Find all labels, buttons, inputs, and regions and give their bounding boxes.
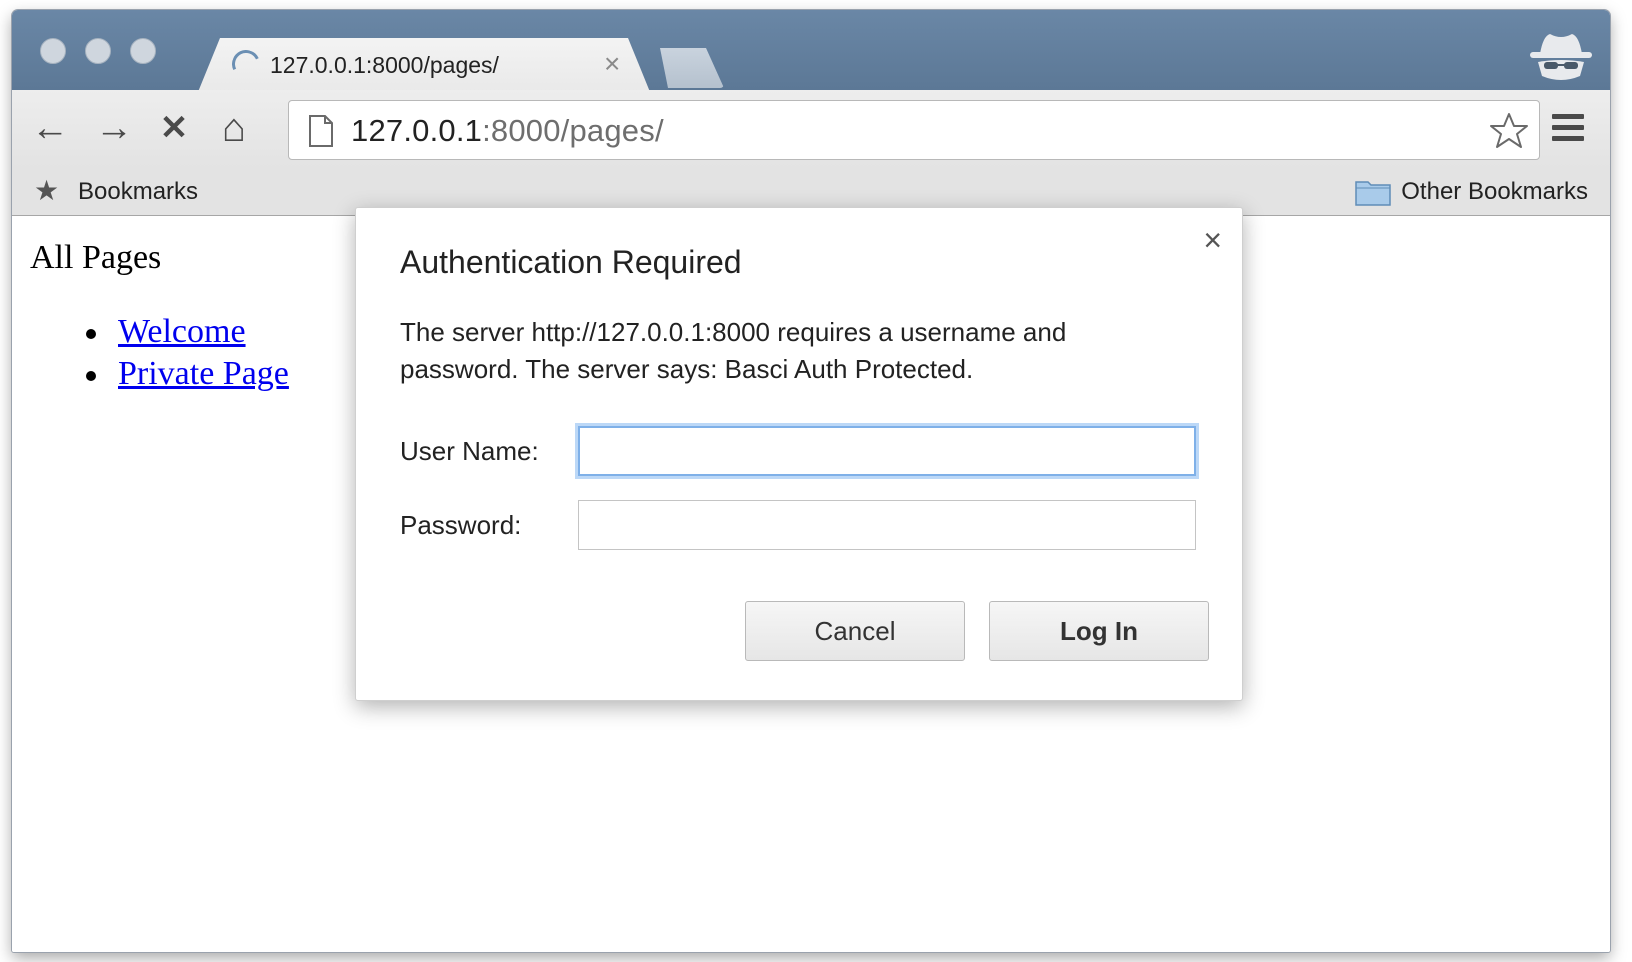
- password-field-wrapper: [578, 500, 1196, 550]
- cancel-button[interactable]: Cancel: [745, 601, 965, 661]
- tab-title: 127.0.0.1:8000/pages/: [270, 52, 499, 78]
- bookmarks-label[interactable]: Bookmarks: [78, 178, 198, 206]
- pages-list: Welcome Private Page: [84, 313, 289, 397]
- back-arrow-icon[interactable]: ←: [28, 108, 72, 148]
- tab-active[interactable]: 127.0.0.1:8000/pages/ ×: [198, 38, 650, 92]
- incognito-icon: [1530, 34, 1592, 80]
- page-document-icon: [309, 115, 333, 147]
- username-label: User Name:: [400, 436, 539, 466]
- password-field[interactable]: [579, 501, 1195, 549]
- maximize-dot-icon[interactable]: [130, 38, 156, 64]
- stop-icon[interactable]: ✕: [152, 108, 196, 148]
- dialog-message: The server http://127.0.0.1:8000 require…: [400, 317, 1067, 384]
- url-path: :8000/pages/: [482, 113, 664, 148]
- password-label: Password:: [400, 510, 522, 540]
- address-bar[interactable]: 127.0.0.1:8000/pages/: [288, 100, 1540, 160]
- page-title: All Pages: [30, 239, 162, 276]
- username-field-wrapper: [578, 426, 1196, 476]
- hamburger-menu-icon[interactable]: [1552, 114, 1584, 144]
- tab-close-icon[interactable]: ×: [604, 50, 620, 78]
- url-host: 127.0.0.1: [351, 113, 483, 148]
- auth-dialog: × Authentication Required The server htt…: [355, 207, 1243, 701]
- other-bookmarks-button[interactable]: Other Bookmarks: [1355, 176, 1588, 208]
- list-item: Welcome: [84, 313, 289, 355]
- toolbar: ← → ✕ ⌂ 127.0.0.1:8000/pages/: [12, 90, 1610, 168]
- log-in-button[interactable]: Log In: [989, 601, 1209, 661]
- dialog-close-icon[interactable]: ×: [1203, 224, 1222, 256]
- title-bar: 127.0.0.1:8000/pages/ ×: [12, 10, 1610, 90]
- bookmark-star-icon[interactable]: [1489, 111, 1529, 151]
- folder-icon: [1355, 181, 1392, 206]
- link-private-page[interactable]: Private Page: [118, 355, 289, 392]
- forward-arrow-icon[interactable]: →: [92, 108, 136, 148]
- dialog-title: Authentication Required: [400, 244, 742, 280]
- minimize-dot-icon[interactable]: [85, 38, 111, 64]
- loading-spinner-icon: [228, 46, 264, 82]
- browser-window: 127.0.0.1:8000/pages/ × ← → ✕ ⌂ 127.0.0.…: [12, 10, 1610, 952]
- bookmarks-star-icon: ★: [34, 175, 60, 206]
- new-tab-button[interactable]: [650, 48, 724, 88]
- list-item: Private Page: [84, 355, 289, 397]
- other-bookmarks-label: Other Bookmarks: [1401, 178, 1588, 205]
- link-welcome[interactable]: Welcome: [118, 313, 246, 350]
- close-dot-icon[interactable]: [40, 38, 66, 64]
- url-text[interactable]: 127.0.0.1:8000/pages/: [351, 113, 664, 149]
- username-field[interactable]: [580, 428, 1194, 474]
- home-icon[interactable]: ⌂: [212, 108, 256, 148]
